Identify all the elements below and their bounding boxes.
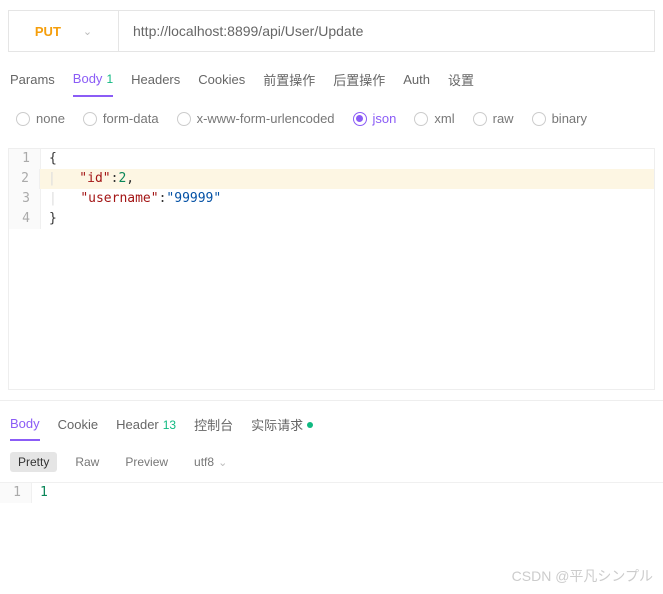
tab-body-label: Body [73,71,103,86]
request-tabs: Params Body 1 Headers Cookies 前置操作 后置操作 … [0,52,663,97]
line-number: 1 [9,149,41,169]
response-tab-console[interactable]: 控制台 [194,415,233,442]
radio-icon [532,112,546,126]
tab-auth[interactable]: Auth [403,70,430,97]
chevron-down-icon: ⌄ [83,25,92,38]
chevron-down-icon: ⌄ [218,456,227,469]
tab-headers[interactable]: Headers [131,70,180,97]
encoding-dropdown[interactable]: utf8 ⌄ [194,455,227,469]
radio-xml[interactable]: xml [414,111,454,126]
response-tab-actual-request[interactable]: 实际请求 [251,415,313,442]
radio-json[interactable]: json [353,111,397,126]
radio-urlencoded[interactable]: x-www-form-urlencoded [177,111,335,126]
line-number: 4 [9,209,41,229]
radio-checked-icon [353,112,367,126]
dot-indicator-icon [307,422,313,428]
radio-none[interactable]: none [16,111,65,126]
radio-icon [83,112,97,126]
line-number: 2 [9,169,40,189]
radio-icon [16,112,30,126]
tab-params[interactable]: Params [10,70,55,97]
request-body-editor[interactable]: 1{ 2| "id":2, 3| "username":"99999" 4} [9,149,654,389]
response-toolbar: Pretty Raw Preview utf8 ⌄ [0,442,663,482]
header-count-badge: 13 [163,418,176,432]
format-preview[interactable]: Preview [117,452,176,472]
response-tab-cookie[interactable]: Cookie [58,417,98,440]
tab-post-request[interactable]: 后置操作 [333,70,385,97]
tab-body-badge: 1 [106,72,113,86]
response-tabs: Body Cookie Header 13 控制台 实际请求 [0,400,663,442]
response-tab-header[interactable]: Header 13 [116,417,176,440]
format-raw[interactable]: Raw [67,452,107,472]
body-type-radios: none form-data x-www-form-urlencoded jso… [0,97,663,140]
response-tab-body[interactable]: Body [10,416,40,441]
tab-settings[interactable]: 设置 [448,70,474,97]
radio-raw[interactable]: raw [473,111,514,126]
tab-cookies[interactable]: Cookies [198,70,245,97]
radio-icon [473,112,487,126]
format-pretty[interactable]: Pretty [10,452,57,472]
response-body-editor[interactable]: 11 [0,482,663,503]
request-body-editor-wrap: 1{ 2| "id":2, 3| "username":"99999" 4} [8,148,655,390]
request-bar: PUT ⌄ [8,10,655,52]
watermark-text: CSDN @平凡シンプル [512,566,653,586]
radio-icon [414,112,428,126]
line-number: 1 [0,483,32,503]
radio-icon [177,112,191,126]
tab-body[interactable]: Body 1 [73,70,113,97]
method-label: PUT [35,24,61,39]
tab-pre-request[interactable]: 前置操作 [263,70,315,97]
radio-form-data[interactable]: form-data [83,111,159,126]
radio-binary[interactable]: binary [532,111,587,126]
line-number: 3 [9,189,41,209]
method-dropdown[interactable]: PUT ⌄ [9,11,119,51]
url-input[interactable] [119,11,654,51]
